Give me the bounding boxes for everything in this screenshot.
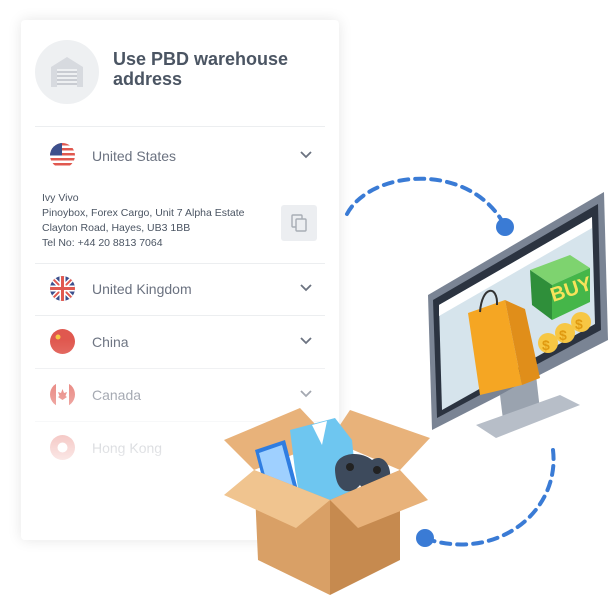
svg-text:$: $ [575,316,583,332]
svg-text:$: $ [542,337,550,353]
dashed-path-bottom [428,448,556,547]
shopping-illustration: BUY $ $ $ [224,176,608,595]
path-dot-bottom [416,529,434,547]
svg-text:$: $ [559,327,567,343]
cardboard-box-icon [224,408,430,595]
path-dot-top [496,218,514,236]
dashed-path-top [345,176,507,228]
